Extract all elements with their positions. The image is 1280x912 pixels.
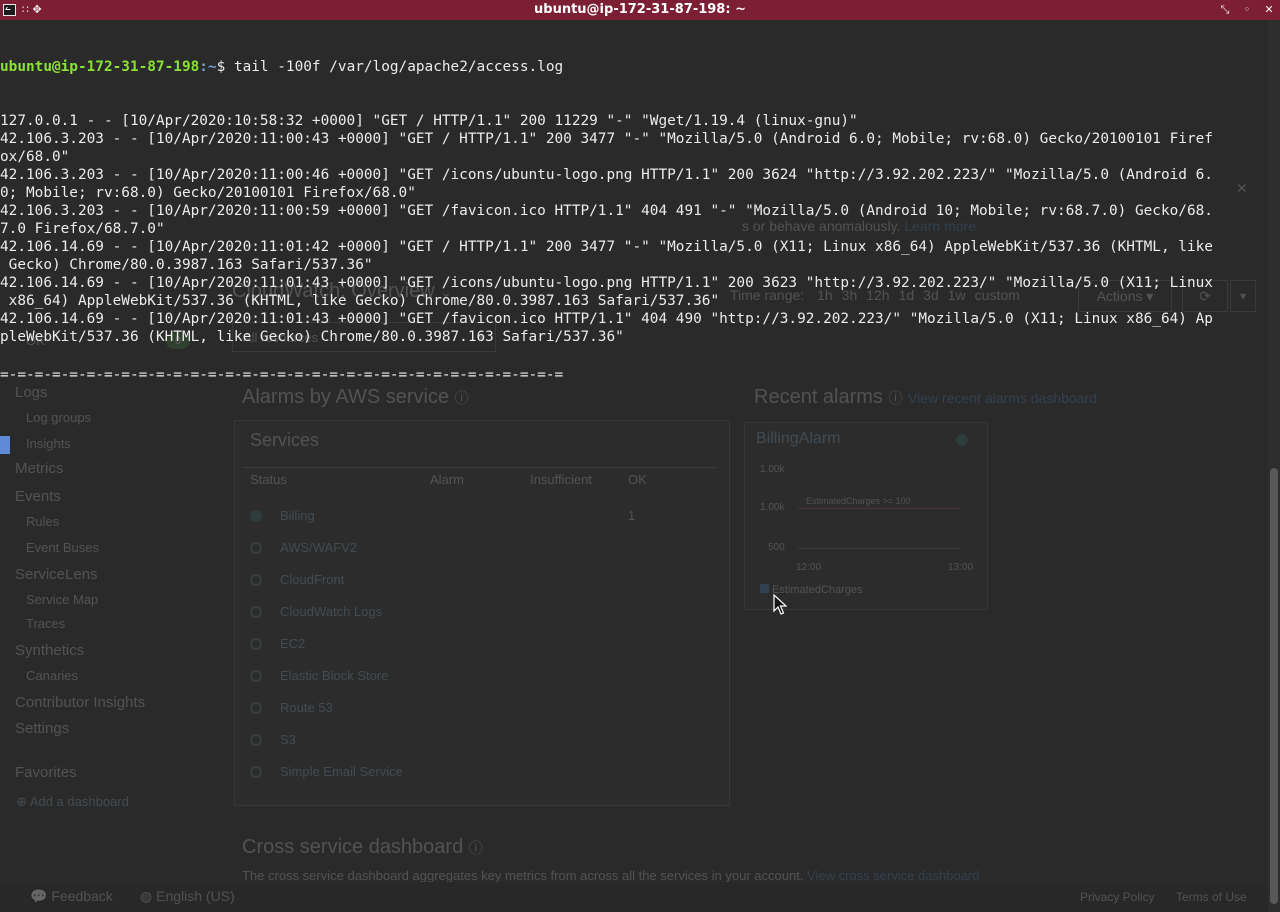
alarms-section-title: Alarms by AWS service ⓘ — [242, 386, 469, 408]
sidebar-item[interactable]: Settings — [15, 720, 69, 737]
sidebar-item[interactable]: Metrics — [15, 460, 63, 477]
prompt-path: :~ — [199, 59, 217, 75]
ok-count: 1 — [628, 508, 636, 523]
log-line: Gecko) Chrome/80.0.3987.163 Safari/537.3… — [0, 257, 373, 273]
terminal-output[interactable]: ubuntu@ip-172-31-87-198:~$ tail -100f /v… — [0, 22, 1270, 364]
add-circle-icon: ⊕ — [16, 794, 27, 809]
metric-line — [798, 548, 960, 549]
status-icon — [250, 638, 262, 650]
sidebar-item[interactable]: Insights — [26, 436, 71, 451]
status-icon — [250, 542, 262, 554]
billing-alarm-card[interactable] — [744, 422, 988, 610]
view-recent-alarms-link[interactable]: View recent alarms dashboard — [908, 390, 1097, 406]
recent-alarms-title: Recent alarms ⓘ View recent alarms dashb… — [754, 386, 1097, 408]
service-name[interactable]: EC2 — [280, 636, 305, 651]
log-line: 42.106.3.203 - - [10/Apr/2020:11:00:59 +… — [0, 203, 1213, 219]
sidebar-item[interactable]: Event Buses — [26, 540, 99, 555]
window-titlebar[interactable]: ∷ ✥ ubuntu@ip-172-31-87-198: ~ ⤡ ◦ ✕ — [0, 0, 1280, 20]
alarm-column-header: Status — [250, 472, 287, 487]
view-cross-service-link[interactable]: View cross service dashboard — [807, 868, 979, 883]
alarm-column-header: Alarm — [430, 472, 464, 487]
globe-icon: ◍ — [140, 888, 153, 904]
threshold-label: EstimatedCharges >= 100 — [806, 496, 911, 506]
log-line: ox/68.0" — [0, 149, 70, 165]
sidebar-item[interactable]: ServiceLens — [15, 566, 98, 583]
minimize-icon[interactable]: ⤡ — [1218, 0, 1232, 20]
terminal-app-icon[interactable] — [3, 4, 16, 16]
y-tick: 1.00k — [760, 464, 785, 475]
mouse-pointer-icon — [773, 594, 787, 615]
sidebar-item[interactable]: Events — [15, 488, 61, 505]
x-tick: 12:00 — [796, 562, 822, 573]
log-line: 42.106.14.69 - - [10/Apr/2020:11:01:43 +… — [0, 311, 1213, 327]
y-tick: 1.00k — [760, 502, 785, 513]
log-line: 42.106.14.69 - - [10/Apr/2020:11:01:43 +… — [0, 275, 1213, 291]
window-title: ubuntu@ip-172-31-87-198: ~ — [534, 2, 746, 17]
chat-bubble-icon: 💬 — [30, 888, 48, 904]
scrollbar-thumb[interactable] — [1270, 468, 1278, 904]
maximize-icon[interactable]: ◦ — [1240, 0, 1254, 20]
alarm-column-header: OK — [628, 472, 647, 487]
info-icon[interactable]: ⓘ — [455, 390, 469, 406]
privacy-policy-link[interactable]: Privacy Policy — [1080, 890, 1155, 904]
cross-service-text: The cross service dashboard aggregates k… — [242, 868, 980, 883]
service-name[interactable]: CloudFront — [280, 572, 344, 587]
service-name[interactable]: Elastic Block Store — [280, 668, 388, 683]
command-prompt-line: ubuntu@ip-172-31-87-198:~$ tail -100f /v… — [0, 58, 1270, 76]
sidebar-item[interactable]: Canaries — [26, 668, 78, 683]
cross-service-title: Cross service dashboard ⓘ — [242, 836, 483, 858]
info-icon[interactable]: ⓘ — [889, 390, 903, 406]
sidebar-item[interactable]: Synthetics — [15, 642, 84, 659]
service-name[interactable]: AWS/WAFV2 — [280, 540, 357, 555]
threshold-line — [798, 508, 960, 509]
service-name[interactable]: CloudWatch Logs — [280, 604, 382, 619]
status-icon — [250, 766, 262, 778]
log-line: 0; Mobile; rv:68.0) Gecko/20100101 Firef… — [0, 185, 416, 201]
log-line: 42.106.3.203 - - [10/Apr/2020:11:00:43 +… — [0, 131, 1213, 147]
billing-alarm-title[interactable]: BillingAlarm — [756, 430, 840, 448]
log-line: 7.0 Firefox/68.7.0" — [0, 221, 165, 237]
window-menu-icons[interactable]: ∷ ✥ — [22, 2, 42, 18]
add-dashboard-link[interactable]: ⊕ Add a dashboard — [16, 794, 129, 810]
x-tick: 13:00 — [948, 562, 974, 573]
sidebar-item[interactable]: Favorites — [15, 764, 77, 781]
log-line: 42.106.3.203 - - [10/Apr/2020:11:00:46 +… — [0, 167, 1213, 183]
sidebar-item[interactable]: Contributor Insights — [15, 694, 145, 711]
log-lines: 127.0.0.1 - - [10/Apr/2020:10:58:32 +000… — [0, 112, 1270, 346]
status-icon — [250, 574, 262, 586]
terminal-separator: =-=-=-=-=-=-=-=-=-=-=-=-=-=-=-=-=-=-=-=-… — [0, 367, 564, 383]
status-icon — [250, 606, 262, 618]
services-label: Services — [250, 430, 320, 450]
sidebar-item[interactable]: Rules — [26, 514, 59, 529]
status-icon — [250, 670, 262, 682]
prompt-symbol: $ — [216, 59, 234, 75]
sidebar-item[interactable]: Traces — [26, 616, 65, 631]
log-line: x86_64) AppleWebKit/537.36 (KHTML, like … — [0, 293, 720, 309]
log-line: pleWebKit/537.36 (KHTML, like Gecko) Chr… — [0, 329, 624, 345]
status-icon — [250, 734, 262, 746]
status-icon — [250, 702, 262, 714]
language-selector[interactable]: ◍ English (US) — [140, 888, 235, 905]
terminal-cursor — [0, 436, 10, 454]
log-line: 42.106.14.69 - - [10/Apr/2020:11:01:42 +… — [0, 239, 1213, 255]
legend-swatch — [760, 584, 769, 593]
alarm-ok-icon — [956, 434, 968, 446]
service-name[interactable]: Billing — [280, 508, 315, 523]
y-tick: 500 — [768, 542, 785, 553]
alarm-column-header: Insufficient — [530, 472, 592, 487]
prompt-command: tail -100f /var/log/apache2/access.log — [233, 59, 564, 75]
service-name[interactable]: S3 — [280, 732, 296, 747]
info-icon[interactable]: ⓘ — [469, 840, 483, 856]
sidebar-item[interactable]: Service Map — [26, 592, 98, 607]
prompt-user-host: ubuntu@ip-172-31-87-198 — [0, 59, 200, 75]
service-name[interactable]: Route 53 — [280, 700, 333, 715]
terms-of-use-link[interactable]: Terms of Use — [1176, 890, 1247, 904]
sidebar-item[interactable]: Logs — [15, 384, 48, 401]
close-icon[interactable]: ✕ — [1262, 0, 1276, 20]
service-name[interactable]: Simple Email Service — [280, 764, 403, 779]
sidebar-item[interactable]: Log groups — [26, 410, 91, 425]
status-icon — [250, 510, 262, 522]
feedback-button[interactable]: 💬 Feedback — [30, 888, 113, 905]
log-line: 127.0.0.1 - - [10/Apr/2020:10:58:32 +000… — [0, 113, 858, 129]
